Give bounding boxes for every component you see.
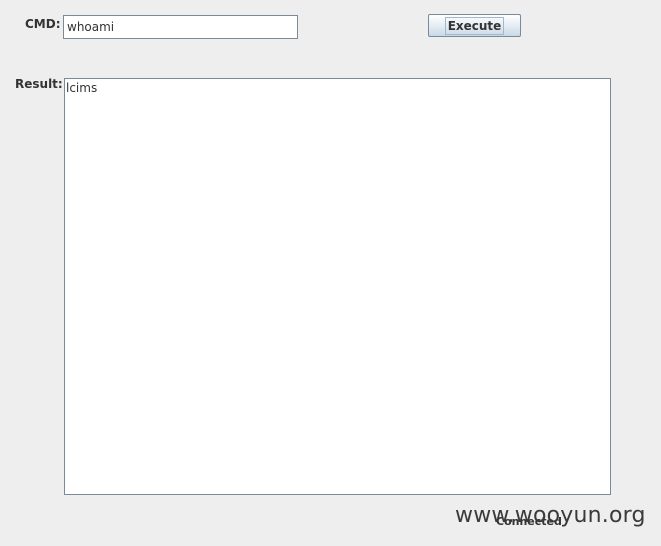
watermark: www.wooyun.org: [455, 503, 646, 528]
result-textarea[interactable]: lcims: [64, 78, 611, 495]
result-label: Result:: [15, 77, 63, 91]
execute-button-label: Execute: [444, 16, 505, 35]
cmd-label: CMD:: [25, 17, 61, 31]
execute-button[interactable]: Execute: [428, 14, 521, 37]
cmd-input[interactable]: [63, 15, 298, 39]
